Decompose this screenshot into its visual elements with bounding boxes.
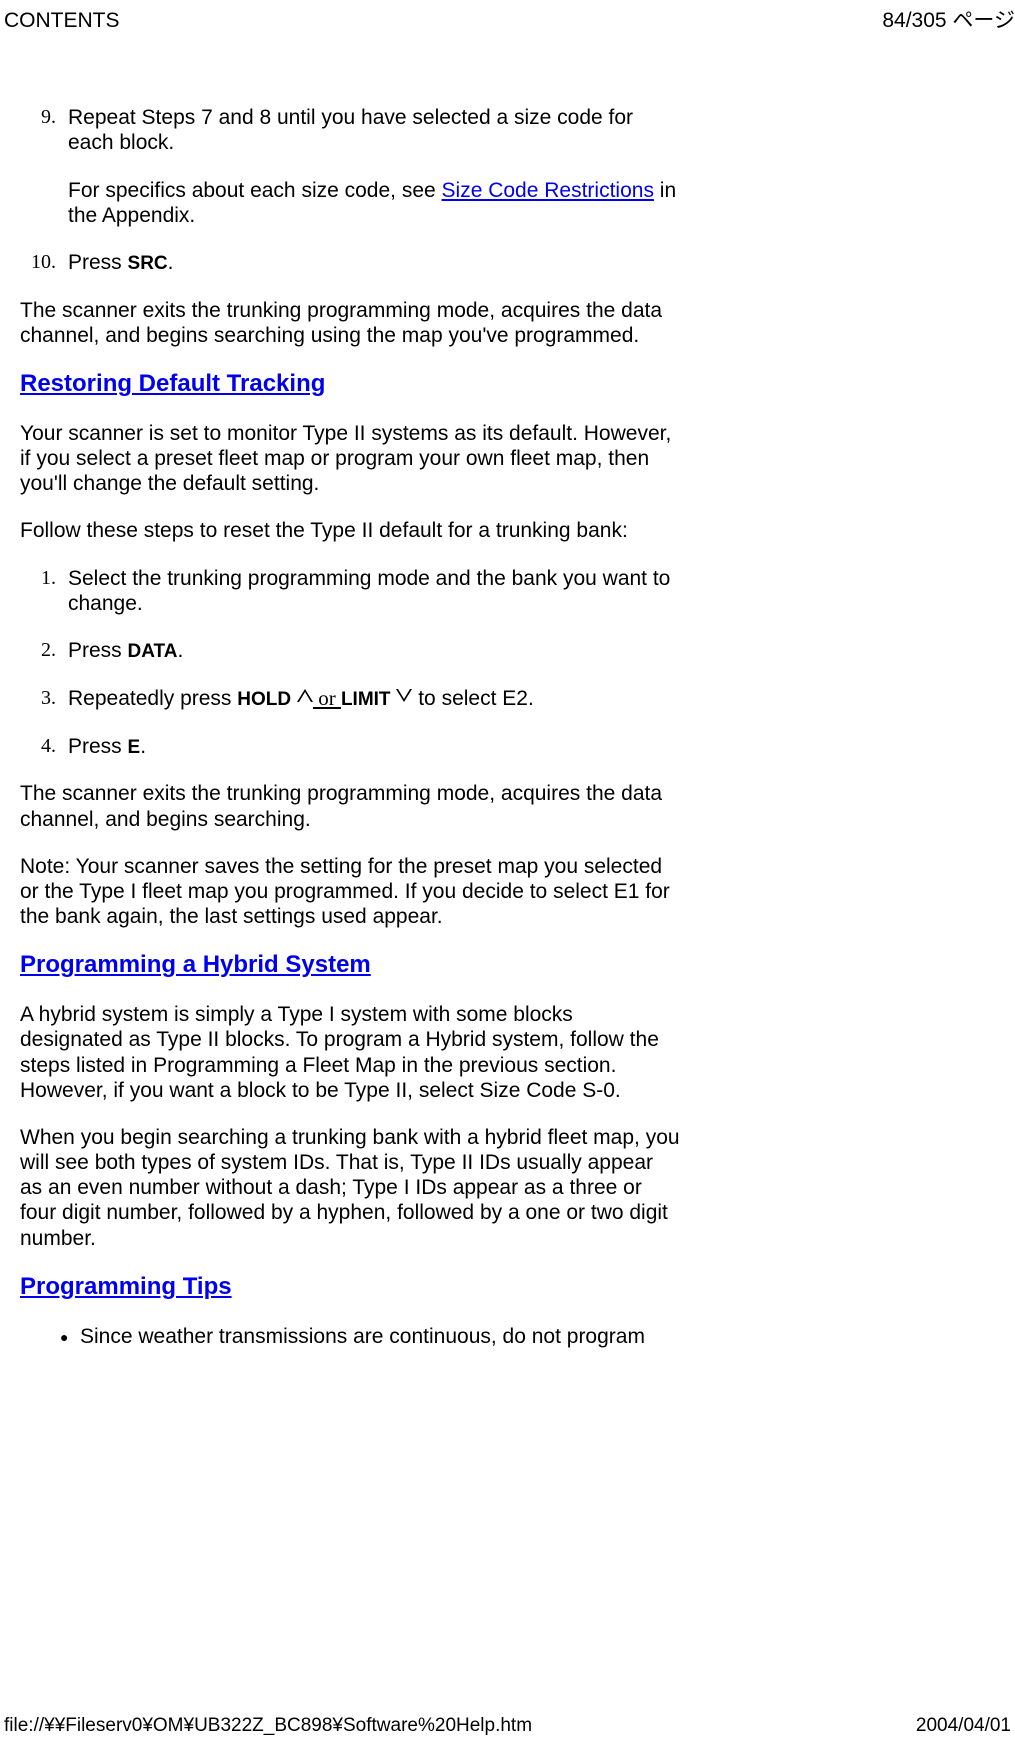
body-text: or	[313, 686, 341, 710]
footer-date: 2004/04/01	[916, 1715, 1011, 1738]
list-text: Press SRC.	[68, 250, 680, 276]
list-text: Repeatedly press HOLD or LIMIT to select…	[68, 686, 680, 712]
heading-programming-tips[interactable]: Programming Tips	[20, 1273, 680, 1302]
body-text: For specifics about each size code, see	[68, 179, 442, 202]
list-number: 9.	[20, 105, 68, 228]
triangle-down-icon	[396, 691, 412, 705]
heading-restoring-default-tracking[interactable]: Restoring Default Tracking	[20, 370, 680, 399]
size-code-restrictions-link[interactable]: Size Code Restrictions	[442, 179, 654, 202]
body-text: .	[177, 639, 183, 662]
footer-path: file://¥¥Fileserv0¥OM¥UB322Z_BC898¥Softw…	[4, 1715, 532, 1738]
list-text: Press E.	[68, 734, 680, 760]
list-text: Press DATA.	[68, 638, 680, 664]
list-text: Repeat Steps 7 and 8 until you have sele…	[68, 105, 680, 228]
list-item: 2. Press DATA.	[20, 638, 680, 664]
paragraph: Follow these steps to reset the Type II …	[20, 518, 680, 543]
list-number: 2.	[20, 638, 68, 664]
key-label: HOLD	[237, 689, 291, 710]
body-text: .	[168, 251, 174, 274]
paragraph: A hybrid system is simply a Type I syste…	[20, 1002, 680, 1103]
paragraph: The scanner exits the trunking programmi…	[20, 298, 680, 348]
list-item: 1. Select the trunking programming mode …	[20, 566, 680, 616]
key-label: DATA	[128, 641, 178, 662]
key-label: SRC	[128, 253, 168, 274]
list-number: 1.	[20, 566, 68, 616]
key-label: E	[128, 737, 141, 758]
body-text: Repeat Steps 7 and 8 until you have sele…	[68, 106, 633, 154]
paragraph: The scanner exits the trunking programmi…	[20, 781, 680, 831]
body-text: Press	[68, 251, 128, 274]
header-page-indicator: 84/305 ページ	[882, 8, 1015, 33]
paragraph: When you begin searching a trunking bank…	[20, 1125, 680, 1251]
body-text: .	[140, 735, 146, 758]
page-header: CONTENTS 84/305 ページ	[0, 0, 1015, 33]
list-text: Select the trunking programming mode and…	[68, 566, 680, 616]
body-text: Press	[68, 735, 128, 758]
bullet-text: Since weather transmissions are continuo…	[80, 1324, 645, 1349]
sub-paragraph: For specifics about each size code, see …	[68, 178, 680, 228]
heading-programming-hybrid-system[interactable]: Programming a Hybrid System	[20, 951, 680, 980]
header-title: CONTENTS	[0, 8, 120, 33]
bullet-icon: ●	[60, 1324, 80, 1349]
document-content: 9. Repeat Steps 7 and 8 until you have s…	[0, 33, 700, 1349]
key-label: LIMIT	[341, 689, 391, 710]
list-item: 3. Repeatedly press HOLD or LIMIT to sel…	[20, 686, 680, 712]
triangle-up-icon	[297, 691, 313, 705]
page-footer: file://¥¥Fileserv0¥OM¥UB322Z_BC898¥Softw…	[0, 1715, 1015, 1738]
list-item: 9. Repeat Steps 7 and 8 until you have s…	[20, 105, 680, 228]
body-text: to select E2.	[412, 687, 533, 710]
body-text: Press	[68, 639, 128, 662]
body-text: Repeatedly press	[68, 687, 237, 710]
list-number: 4.	[20, 734, 68, 760]
paragraph: Note: Your scanner saves the setting for…	[20, 854, 680, 930]
list-number: 3.	[20, 686, 68, 712]
bullet-item: ● Since weather transmissions are contin…	[20, 1324, 680, 1349]
paragraph: Your scanner is set to monitor Type II s…	[20, 421, 680, 497]
list-number: 10.	[20, 250, 68, 276]
list-item: 10. Press SRC.	[20, 250, 680, 276]
list-item: 4. Press E.	[20, 734, 680, 760]
